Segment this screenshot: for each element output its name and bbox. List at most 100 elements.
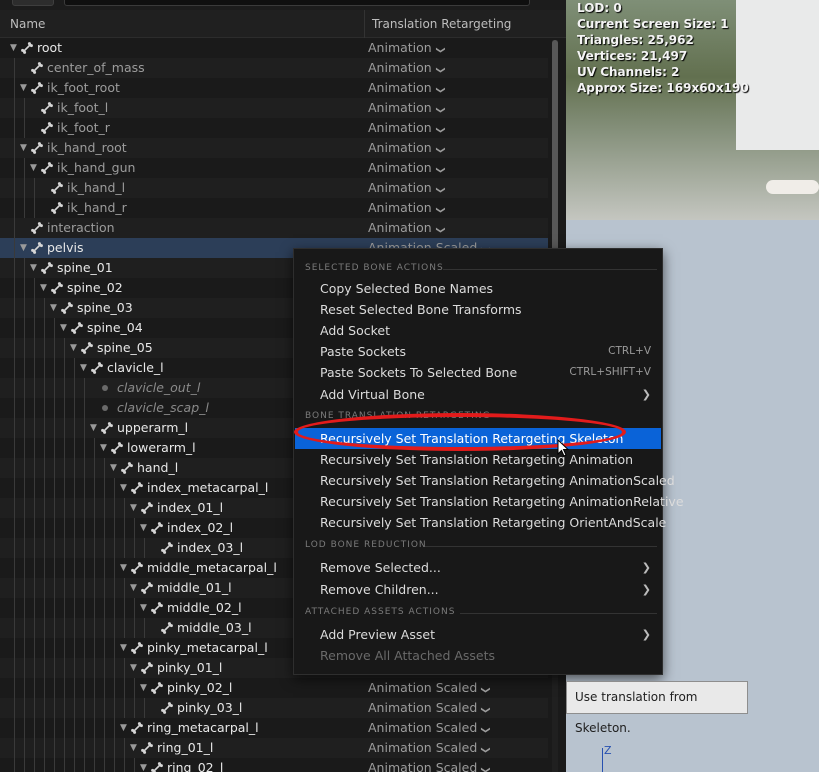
retargeting-dropdown[interactable]: Animation ❯ bbox=[368, 138, 445, 160]
bone-row[interactable]: ik_foot_l Animation ❯ bbox=[0, 98, 548, 118]
retarget-animation-scaled-item[interactable]: Recursively Set Translation Retargeting … bbox=[295, 470, 675, 491]
bone-row[interactable]: center_of_mass Animation ❯ bbox=[0, 58, 548, 78]
bone-row[interactable]: ik_hand_l Animation ❯ bbox=[0, 178, 548, 198]
retargeting-dropdown[interactable]: Animation ❯ bbox=[368, 158, 445, 180]
bone-row[interactable]: ▼ ring_metacarpal_l Animation Scaled ❯ bbox=[0, 718, 548, 738]
expand-arrow-icon[interactable]: ▼ bbox=[130, 738, 140, 758]
tree-guide-line bbox=[114, 498, 115, 518]
retargeting-dropdown[interactable]: Animation Scaled❯ bbox=[368, 738, 490, 760]
copy-bone-names-item[interactable]: Copy Selected Bone Names bbox=[295, 278, 661, 299]
tree-guide-line bbox=[24, 358, 25, 378]
tree-guide-line bbox=[74, 518, 75, 538]
expand-arrow-icon[interactable]: ▼ bbox=[50, 298, 60, 318]
tree-guide-line bbox=[44, 378, 45, 398]
paste-sockets-to-bone-item[interactable]: Paste Sockets To Selected Bone CTRL+SHIFT… bbox=[295, 362, 661, 383]
retargeting-dropdown[interactable]: Animation Scaled❯ bbox=[368, 718, 490, 740]
tree-guide-line bbox=[64, 478, 65, 498]
retargeting-dropdown[interactable]: Animation Scaled❯ bbox=[368, 678, 490, 700]
expand-arrow-icon[interactable]: ▼ bbox=[130, 498, 140, 518]
bone-row[interactable]: ik_hand_r Animation ❯ bbox=[0, 198, 548, 218]
bone-icon bbox=[30, 141, 44, 155]
column-header-name[interactable]: Name bbox=[10, 17, 45, 31]
retargeting-dropdown[interactable]: Animation ❯ bbox=[368, 178, 445, 200]
retargeting-value: Animation bbox=[368, 120, 432, 135]
tree-guide-line bbox=[34, 458, 35, 478]
scrollbar-thumb[interactable] bbox=[552, 40, 558, 260]
expand-arrow-icon[interactable]: ▼ bbox=[20, 238, 30, 258]
add-virtual-bone-item[interactable]: Add Virtual Bone ❯ bbox=[295, 384, 661, 405]
bone-row[interactable]: ▼ ring_01_l Animation Scaled ❯ bbox=[0, 738, 548, 758]
retarget-skeleton-item[interactable]: Recursively Set Translation Retargeting … bbox=[295, 428, 661, 449]
expand-arrow-icon[interactable]: ▼ bbox=[140, 518, 150, 538]
section-label: ATTACHED ASSETS ACTIONS bbox=[305, 607, 456, 617]
retarget-animation-relative-item[interactable]: Recursively Set Translation Retargeting … bbox=[295, 491, 684, 512]
expand-arrow-icon[interactable]: ▼ bbox=[120, 718, 130, 738]
tree-guide-line bbox=[14, 618, 15, 638]
tree-guide-line bbox=[24, 318, 25, 338]
expand-arrow-icon[interactable]: ▼ bbox=[10, 38, 20, 58]
expand-arrow-icon[interactable]: ▼ bbox=[140, 678, 150, 698]
retarget-orient-and-scale-item[interactable]: Recursively Set Translation Retargeting … bbox=[295, 512, 666, 533]
tree-guide-line bbox=[34, 618, 35, 638]
remove-selected-item[interactable]: Remove Selected... ❯ bbox=[295, 557, 661, 578]
bone-row[interactable]: ▼ ring_02_l Animation Scaled ❯ bbox=[0, 758, 548, 772]
expand-arrow-icon[interactable]: ▼ bbox=[40, 278, 50, 298]
expand-arrow-icon[interactable]: ▼ bbox=[140, 758, 150, 772]
retargeting-dropdown[interactable]: Animation ❯ bbox=[368, 78, 445, 100]
add-button[interactable] bbox=[12, 0, 54, 6]
expand-arrow-icon[interactable]: ▼ bbox=[90, 418, 100, 438]
add-socket-item[interactable]: Add Socket bbox=[295, 320, 661, 341]
tree-guide-line bbox=[44, 598, 45, 618]
retargeting-dropdown[interactable]: Animation ❯ bbox=[368, 98, 445, 120]
expand-arrow-icon[interactable]: ▼ bbox=[20, 138, 30, 158]
expand-arrow-icon[interactable]: ▼ bbox=[80, 358, 90, 378]
reset-bone-transforms-item[interactable]: Reset Selected Bone Transforms bbox=[295, 299, 661, 320]
retargeting-dropdown[interactable]: Animation ❯ bbox=[368, 58, 445, 80]
expand-arrow-icon[interactable]: ▼ bbox=[30, 158, 40, 178]
bone-row[interactable]: ▼ ik_hand_gun Animation ❯ bbox=[0, 158, 548, 178]
bone-row[interactable]: ▼ root Animation ❯ bbox=[0, 38, 548, 58]
expand-arrow-icon[interactable]: ▼ bbox=[110, 458, 120, 478]
expand-arrow-icon[interactable]: ▼ bbox=[120, 478, 130, 498]
retargeting-dropdown[interactable]: Animation ❯ bbox=[368, 198, 445, 220]
tree-guide-line bbox=[34, 598, 35, 618]
retargeting-dropdown[interactable]: Animation ❯ bbox=[368, 118, 445, 140]
expand-arrow-icon[interactable]: ▼ bbox=[130, 578, 140, 598]
expand-arrow-icon[interactable]: ▼ bbox=[60, 318, 70, 338]
tree-guide-line bbox=[34, 698, 35, 718]
tree-guide-line bbox=[74, 618, 75, 638]
add-preview-asset-item[interactable]: Add Preview Asset ❯ bbox=[295, 624, 661, 645]
retarget-animation-item[interactable]: Recursively Set Translation Retargeting … bbox=[295, 449, 661, 470]
expand-arrow-icon[interactable]: ▼ bbox=[120, 638, 130, 658]
retargeting-value: Animation bbox=[368, 220, 432, 235]
bone-row[interactable]: ▼ ik_foot_root Animation ❯ bbox=[0, 78, 548, 98]
expand-arrow-icon[interactable]: ▼ bbox=[70, 338, 80, 358]
paste-sockets-item[interactable]: Paste Sockets CTRL+V bbox=[295, 341, 661, 362]
bone-row[interactable]: ▼ ik_hand_root Animation ❯ bbox=[0, 138, 548, 158]
bone-row[interactable]: interaction Animation ❯ bbox=[0, 218, 548, 238]
retargeting-dropdown[interactable]: Animation Scaled❯ bbox=[368, 698, 490, 720]
bone-row[interactable]: ▼ pinky_02_l Animation Scaled ❯ bbox=[0, 678, 548, 698]
bone-row[interactable]: ik_foot_r Animation ❯ bbox=[0, 118, 548, 138]
expand-arrow-icon[interactable]: ▼ bbox=[30, 258, 40, 278]
remove-children-item[interactable]: Remove Children... ❯ bbox=[295, 579, 661, 600]
section-lod-bone-reduction: LOD BONE REDUCTION bbox=[305, 540, 657, 550]
expand-arrow-icon[interactable]: ▼ bbox=[120, 558, 130, 578]
chevron-down-icon: ❯ bbox=[434, 146, 445, 154]
expand-arrow-icon[interactable]: ▼ bbox=[20, 78, 30, 98]
expand-arrow-icon[interactable]: ▼ bbox=[130, 658, 140, 678]
expand-arrow-icon[interactable]: ▼ bbox=[100, 438, 110, 458]
bone-row[interactable]: pinky_03_l Animation Scaled ❯ bbox=[0, 698, 548, 718]
column-header-retargeting[interactable]: Translation Retargeting bbox=[372, 17, 511, 31]
retargeting-dropdown[interactable]: Animation ❯ bbox=[368, 218, 445, 240]
retargeting-dropdown[interactable]: Animation ❯ bbox=[368, 38, 445, 60]
tree-guide-line bbox=[74, 438, 75, 458]
tree-guide-line bbox=[14, 58, 15, 78]
tree-guide-line bbox=[64, 618, 65, 638]
column-divider[interactable] bbox=[364, 10, 365, 38]
bone-icon bbox=[50, 201, 64, 215]
search-input[interactable] bbox=[64, 0, 530, 6]
expand-arrow-icon[interactable]: ▼ bbox=[140, 598, 150, 618]
bone-icon bbox=[40, 101, 54, 115]
retargeting-dropdown[interactable]: Animation Scaled❯ bbox=[368, 758, 490, 772]
